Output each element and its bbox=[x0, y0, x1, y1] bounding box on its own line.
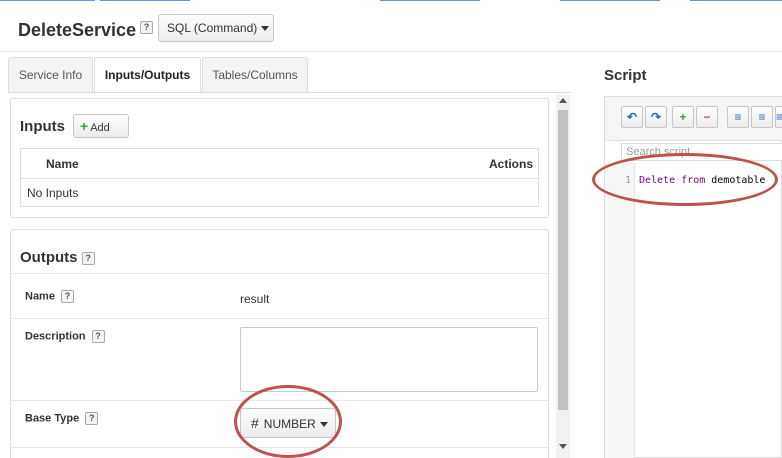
service-type-dropdown[interactable]: SQL (Command) bbox=[158, 14, 274, 42]
scrollbar-thumb[interactable] bbox=[558, 110, 568, 410]
highlight-circle bbox=[592, 153, 778, 206]
help-icon[interactable]: ? bbox=[81, 251, 95, 265]
output-description-label: Description? bbox=[25, 330, 105, 343]
accent-segment bbox=[100, 0, 190, 1]
output-name-value[interactable]: result bbox=[240, 292, 269, 306]
inputs-title: Inputs bbox=[20, 118, 65, 135]
help-icon[interactable]: ? bbox=[91, 330, 105, 343]
line-gutter bbox=[605, 163, 635, 458]
add-input-button[interactable]: + Add bbox=[73, 114, 129, 138]
script-editor[interactable]: ↶ ↷ + − ≡ ≡ ≡ Search script 1 Delete fro… bbox=[604, 96, 782, 458]
outputs-title: Outputs ? bbox=[20, 249, 95, 266]
add-snippet-icon[interactable]: + bbox=[672, 106, 694, 128]
add-label: Add bbox=[90, 122, 110, 134]
page-title: DeleteService bbox=[18, 20, 137, 40]
help-icon[interactable]: ? bbox=[85, 412, 99, 425]
plus-icon: + bbox=[80, 118, 89, 134]
help-icon[interactable]: ? bbox=[60, 290, 74, 303]
editor-toolbar: ↶ ↷ + − ≡ ≡ ≡ bbox=[605, 97, 782, 141]
service-type-label: SQL (Command) bbox=[167, 21, 258, 35]
empty-inputs-text: No Inputs bbox=[27, 186, 79, 200]
help-icon[interactable]: ? bbox=[140, 21, 153, 34]
tab-service-info[interactable]: Service Info bbox=[8, 57, 93, 93]
row-divider bbox=[11, 273, 548, 274]
base-type-label-text: Base Type bbox=[25, 412, 80, 425]
name-label-text: Name bbox=[25, 290, 55, 303]
output-base-type-label: Base Type? bbox=[25, 412, 99, 425]
outputs-title-text: Outputs bbox=[20, 249, 78, 266]
table-divider bbox=[21, 178, 538, 179]
accent-segment bbox=[560, 0, 660, 1]
tab-divider bbox=[8, 92, 571, 93]
undo-icon[interactable]: ↶ bbox=[621, 106, 643, 128]
more-tools-icon[interactable]: ≡ bbox=[775, 106, 782, 128]
redo-icon[interactable]: ↷ bbox=[645, 106, 667, 128]
tab-tables-columns[interactable]: Tables/Columns bbox=[202, 57, 308, 93]
accent-segment bbox=[0, 0, 95, 1]
column-header-name: Name bbox=[46, 157, 79, 171]
outdent-icon[interactable]: ≡ bbox=[751, 106, 773, 128]
service-header: DeleteService ? SQL (Command) bbox=[0, 2, 782, 52]
description-label-text: Description bbox=[25, 330, 86, 343]
scroll-up-icon[interactable] bbox=[559, 98, 567, 103]
indent-icon[interactable]: ≡ bbox=[727, 106, 749, 128]
remove-snippet-icon[interactable]: − bbox=[696, 106, 718, 128]
highlight-circle bbox=[234, 385, 342, 458]
accent-segment bbox=[690, 0, 782, 1]
scroll-down-icon[interactable] bbox=[559, 444, 567, 449]
tab-inputs-outputs[interactable]: Inputs/Outputs bbox=[94, 57, 201, 94]
description-field[interactable] bbox=[240, 327, 538, 392]
accent-segment bbox=[380, 0, 480, 1]
caret-down-icon bbox=[261, 26, 270, 32]
column-header-actions: Actions bbox=[488, 157, 533, 171]
inputs-table: Name Actions No Inputs bbox=[20, 148, 539, 207]
output-name-label: Name? bbox=[25, 290, 74, 303]
row-divider bbox=[11, 318, 548, 319]
script-title: Script bbox=[604, 67, 647, 84]
